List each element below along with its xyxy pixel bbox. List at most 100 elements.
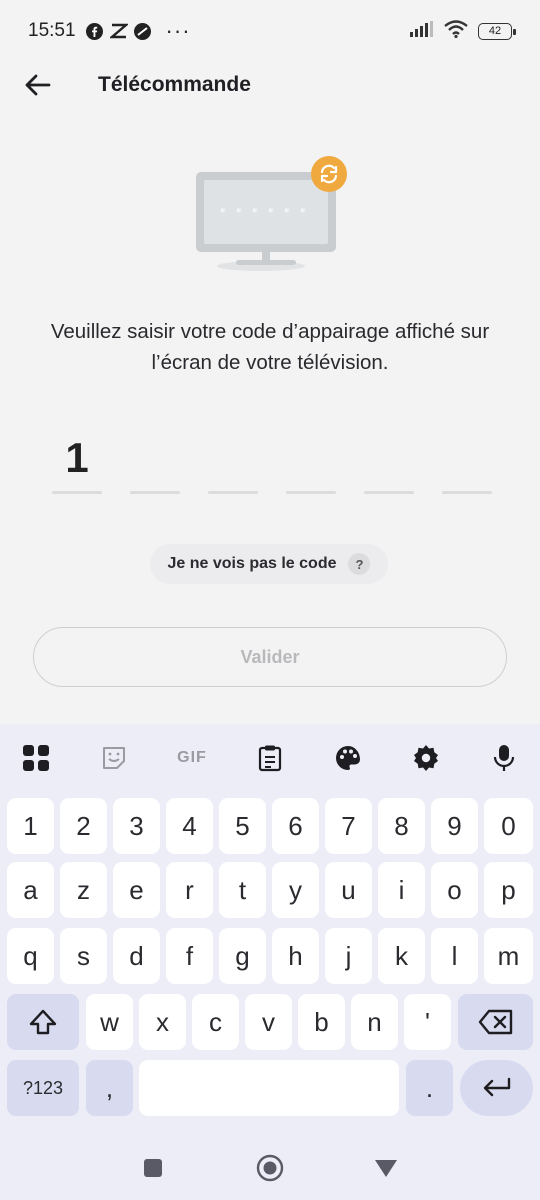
code-digit-4[interactable]	[286, 430, 336, 496]
shift-icon	[29, 1009, 57, 1035]
back-nav-button[interactable]	[366, 1148, 406, 1188]
svg-text:*: *	[236, 206, 242, 219]
capcut-icon	[109, 22, 128, 40]
code-digit-6[interactable]	[442, 430, 492, 496]
page-title: Télécommande	[98, 73, 251, 96]
status-right: 42	[410, 19, 516, 43]
signal-icon	[410, 20, 434, 42]
key[interactable]: t	[219, 862, 266, 918]
microphone-icon[interactable]	[486, 740, 522, 776]
keyboard-row-bottom: ?123 , .	[0, 1060, 540, 1116]
period-key[interactable]: .	[406, 1060, 453, 1116]
key[interactable]: b	[298, 994, 345, 1050]
key[interactable]: k	[378, 928, 425, 984]
space-key[interactable]	[139, 1060, 399, 1116]
key[interactable]: i	[378, 862, 425, 918]
symbols-key[interactable]: ?123	[7, 1060, 79, 1116]
code-digit-1[interactable]: 1	[52, 430, 102, 496]
key[interactable]: q	[7, 928, 54, 984]
key[interactable]: w	[86, 994, 133, 1050]
digit-underline	[286, 491, 336, 494]
key[interactable]: 9	[431, 798, 478, 854]
key[interactable]: d	[113, 928, 160, 984]
key[interactable]: h	[272, 928, 319, 984]
digit-underline	[364, 491, 414, 494]
key[interactable]: 7	[325, 798, 372, 854]
apps-grid-icon[interactable]	[18, 740, 54, 776]
key[interactable]: o	[431, 862, 478, 918]
key[interactable]: u	[325, 862, 372, 918]
key[interactable]: 6	[272, 798, 319, 854]
app-icon	[134, 22, 152, 40]
svg-text:*: *	[300, 206, 306, 219]
system-nav-bar	[0, 1136, 540, 1200]
settings-icon[interactable]	[408, 740, 444, 776]
pairing-instruction: Veuillez saisir votre code d’appairage a…	[50, 320, 490, 374]
key[interactable]: j	[325, 928, 372, 984]
validate-button[interactable]: Valider	[33, 627, 507, 687]
back-button[interactable]	[0, 62, 76, 108]
palette-icon[interactable]	[330, 740, 366, 776]
gif-icon[interactable]: GIF	[174, 740, 210, 776]
key[interactable]: r	[166, 862, 213, 918]
key[interactable]: v	[245, 994, 292, 1050]
tv-pairing-illustration: * * * * * *	[186, 150, 366, 280]
code-digit-3[interactable]	[208, 430, 258, 496]
key[interactable]: l	[431, 928, 478, 984]
keyboard-row-2: q s d f g h j k l m	[0, 928, 540, 984]
key[interactable]: 8	[378, 798, 425, 854]
key[interactable]: 5	[219, 798, 266, 854]
app-bar: Télécommande	[0, 62, 540, 108]
digit-underline	[208, 491, 258, 494]
key[interactable]: y	[272, 862, 319, 918]
pairing-code-input[interactable]: 1	[52, 430, 492, 496]
key[interactable]: z	[60, 862, 107, 918]
enter-icon	[483, 1077, 510, 1097]
clipboard-icon[interactable]	[252, 740, 288, 776]
recents-button[interactable]	[133, 1148, 173, 1188]
status-more: ···	[165, 18, 191, 43]
wifi-icon	[444, 19, 468, 43]
key[interactable]: 1	[7, 798, 54, 854]
battery-icon: 42	[478, 22, 516, 40]
key[interactable]: 2	[60, 798, 107, 854]
key[interactable]: 3	[113, 798, 160, 854]
soft-keyboard: GIF 1 2 3 4 5 6 7 8 9 0 a z e r t y u i	[0, 724, 540, 1200]
svg-text:*: *	[268, 206, 274, 219]
comma-key[interactable]: ,	[86, 1060, 133, 1116]
key[interactable]: 0	[484, 798, 533, 854]
key[interactable]: '	[404, 994, 451, 1050]
key[interactable]: x	[139, 994, 186, 1050]
key[interactable]: c	[192, 994, 239, 1050]
code-digit-5[interactable]	[364, 430, 414, 496]
keyboard-row-1: a z e r t y u i o p	[0, 862, 540, 918]
key[interactable]: n	[351, 994, 398, 1050]
help-label: Je ne vois pas le code	[167, 555, 337, 572]
digit-underline	[442, 491, 492, 494]
key[interactable]: p	[484, 862, 533, 918]
backspace-key[interactable]	[458, 994, 533, 1050]
status-time: 15:51	[28, 20, 76, 41]
keyboard-row-3: w x c v b n '	[0, 994, 540, 1050]
help-code-button[interactable]: Je ne vois pas le code ?	[150, 544, 388, 584]
key[interactable]: s	[60, 928, 107, 984]
home-circle-icon	[256, 1154, 284, 1182]
enter-key[interactable]	[460, 1060, 533, 1116]
key[interactable]: g	[219, 928, 266, 984]
key[interactable]: f	[166, 928, 213, 984]
key[interactable]: a	[7, 862, 54, 918]
question-icon: ?	[348, 553, 371, 575]
digit-underline	[52, 491, 102, 494]
keyboard-row-digits: 1 2 3 4 5 6 7 8 9 0	[0, 798, 540, 854]
backspace-icon	[478, 1009, 512, 1035]
code-digit-2[interactable]	[130, 430, 180, 496]
key[interactable]: m	[484, 928, 533, 984]
home-button[interactable]	[250, 1148, 290, 1188]
digit-underline	[130, 491, 180, 494]
key[interactable]: e	[113, 862, 160, 918]
sticker-icon[interactable]	[96, 740, 132, 776]
triangle-back-icon	[375, 1160, 397, 1177]
shift-key[interactable]	[7, 994, 79, 1050]
square-icon	[144, 1159, 162, 1177]
key[interactable]: 4	[166, 798, 213, 854]
